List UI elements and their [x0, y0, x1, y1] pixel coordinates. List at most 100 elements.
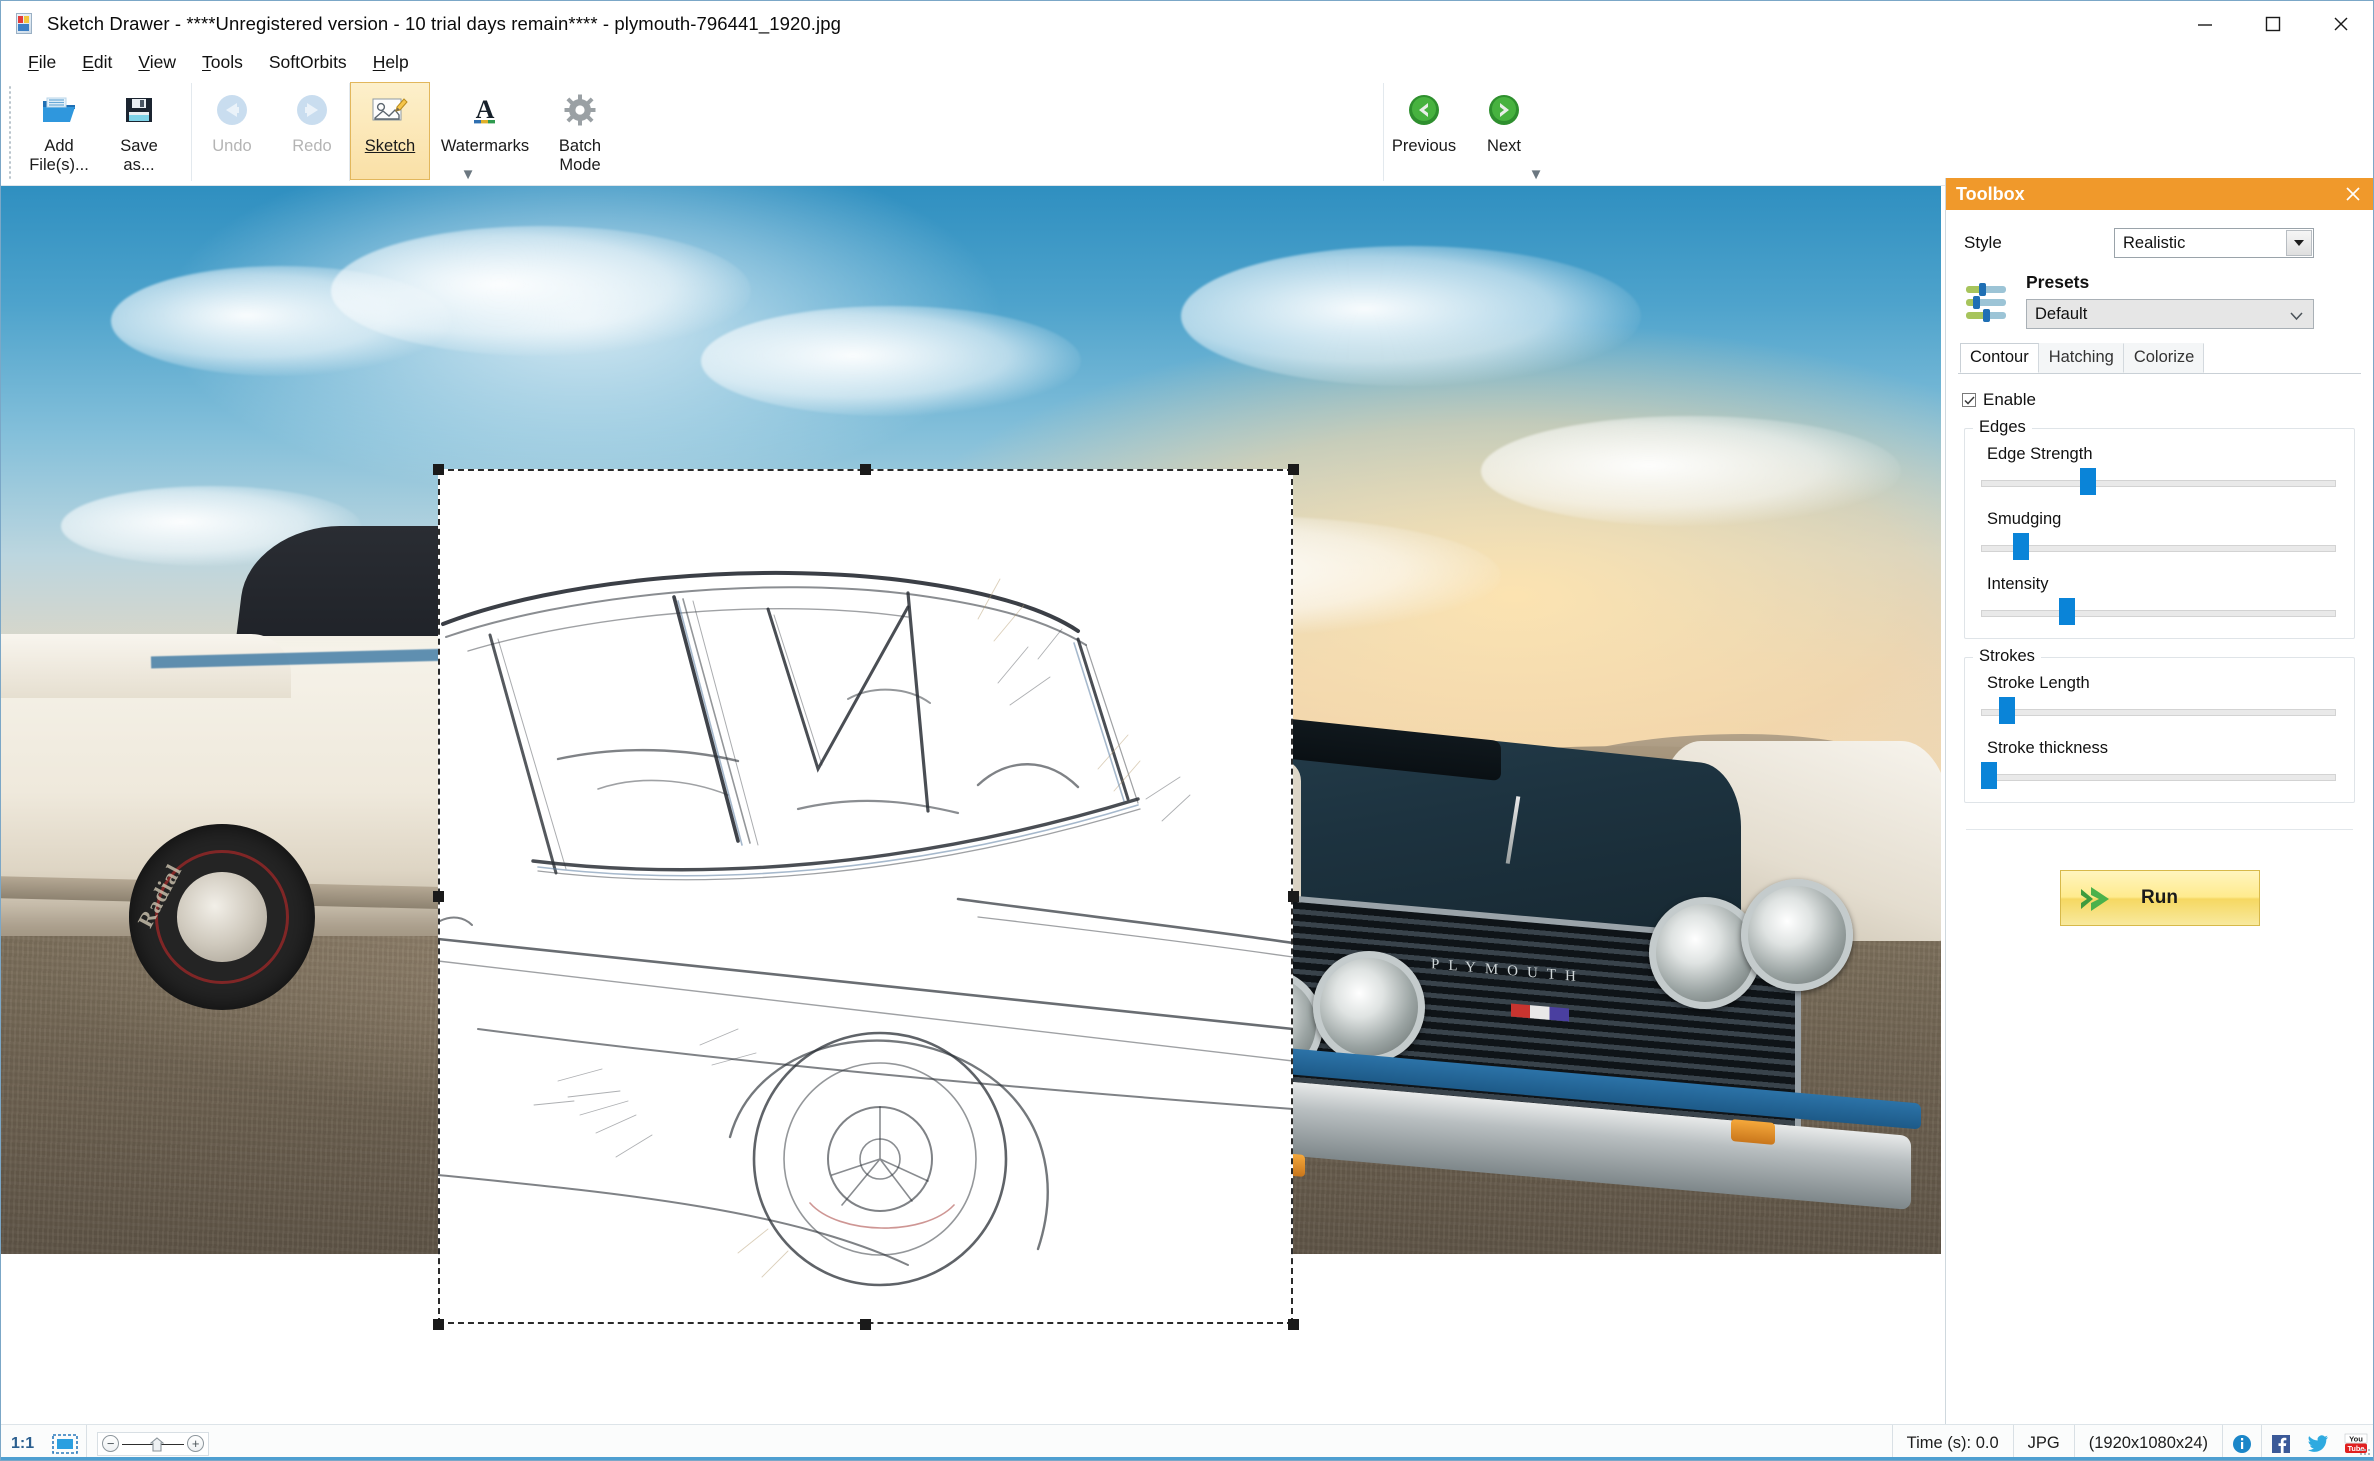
slider-thumb[interactable]	[2059, 598, 2076, 625]
fit-to-screen-button[interactable]	[44, 1424, 88, 1460]
navigation-expand-icon[interactable]: ▼	[1526, 166, 1546, 184]
smudging-block: Smudging	[1975, 510, 2344, 560]
zoom-out-button[interactable]: −	[102, 1435, 120, 1452]
previous-label: Previous	[1391, 137, 1457, 155]
stroke-thickness-block: Stroke thickness	[1975, 739, 2344, 789]
ribbon-expand-icon[interactable]: ▼	[458, 166, 478, 184]
toolbox-header: Toolbox	[1946, 178, 2373, 210]
toolbar-group-history: Undo Redo	[192, 82, 352, 182]
intensity-block: Intensity	[1975, 575, 2344, 625]
sketch-button[interactable]: Sketch	[350, 82, 430, 180]
zoom-ratio-label: 1:1	[11, 1434, 35, 1452]
toolbox-body: Style Realistic Presets Default Contour …	[1946, 228, 2373, 926]
resize-handle-ne[interactable]	[1288, 464, 1299, 475]
effect-tabs: Contour Hatching Colorize	[1958, 343, 2361, 374]
batch-mode-button[interactable]: Batch Mode	[540, 82, 620, 180]
toolbar-group-navigation: Previous Next ▼	[1384, 82, 1546, 184]
zoom-in-button[interactable]: +	[187, 1435, 205, 1452]
info-icon[interactable]	[2223, 1425, 2261, 1461]
next-label: Next	[1487, 137, 1521, 155]
watermarks-label: Watermarks	[440, 137, 530, 155]
minimize-button[interactable]	[2171, 1, 2239, 46]
enable-checkbox-row[interactable]: Enable	[1958, 390, 2361, 410]
presets-value: Default	[2035, 304, 2088, 323]
previous-button[interactable]: Previous	[1384, 82, 1464, 180]
image-canvas[interactable]: Radial PLYMOUTH	[1, 186, 1941, 1426]
menu-softorbits[interactable]: SoftOrbits	[256, 50, 360, 75]
slider-thumb[interactable]	[1981, 762, 1997, 789]
smudging-slider[interactable]	[1981, 533, 2336, 560]
dimensions-readout: (1920x1080x24)	[2075, 1424, 2223, 1460]
rear-wheel: Radial	[129, 824, 315, 1010]
zoom-home-icon[interactable]	[149, 1436, 165, 1452]
toolbar-group-effects: Sketch A Watermarks Batch Mode ▼	[350, 82, 620, 184]
slider-thumb[interactable]	[1998, 697, 2015, 724]
enable-label: Enable	[1983, 390, 2036, 409]
style-select[interactable]: Realistic	[2114, 228, 2314, 258]
intensity-slider[interactable]	[1981, 598, 2336, 625]
undo-button[interactable]: Undo	[192, 82, 272, 180]
green-double-arrow-icon	[2079, 885, 2119, 918]
title-bar: Sketch Drawer - ****Unregistered version…	[1, 1, 2373, 46]
intensity-label: Intensity	[1987, 575, 2049, 593]
close-button[interactable]	[2307, 1, 2373, 46]
resize-handle-sw[interactable]	[433, 1319, 444, 1330]
toolbar: Add File(s)... Save as... Undo Redo Sket…	[1, 79, 2373, 186]
tab-contour[interactable]: Contour	[1960, 343, 2039, 373]
watermarks-button[interactable]: A Watermarks	[430, 82, 540, 180]
sketch-label: Sketch	[364, 137, 416, 155]
tab-hatching[interactable]: Hatching	[2038, 343, 2124, 373]
resize-handle-w[interactable]	[433, 891, 444, 902]
edge-strength-slider[interactable]	[1981, 468, 2336, 495]
save-as-button[interactable]: Save as...	[99, 82, 179, 180]
gear-icon	[564, 89, 596, 131]
menu-help[interactable]: Help	[360, 50, 422, 75]
edge-strength-block: Edge Strength	[1975, 445, 2344, 495]
undo-arrow-icon	[215, 89, 249, 131]
application-window: Sketch Drawer - ****Unregistered version…	[0, 0, 2374, 1461]
style-label: Style	[1964, 233, 2002, 252]
facebook-icon[interactable]	[2261, 1424, 2299, 1460]
stroke-length-block: Stroke Length	[1975, 674, 2344, 724]
add-files-button[interactable]: Add File(s)...	[19, 82, 99, 180]
resize-handle-nw[interactable]	[433, 464, 444, 475]
maximize-button[interactable]	[2239, 1, 2307, 46]
zoom-slider[interactable]: − +	[97, 1431, 210, 1456]
tab-colorize[interactable]: Colorize	[2123, 343, 2205, 373]
presets-label: Presets	[2026, 272, 2090, 292]
menu-tools[interactable]: Tools	[189, 50, 256, 75]
slider-track	[1981, 774, 2336, 781]
resize-handle-e[interactable]	[1288, 891, 1299, 902]
twitter-icon[interactable]	[2299, 1425, 2337, 1461]
svg-text:A: A	[476, 95, 495, 124]
menu-edit[interactable]: Edit	[69, 50, 125, 75]
presets-select[interactable]: Default	[2026, 299, 2314, 329]
strokes-group: Strokes Stroke Length Stroke thickness	[1964, 647, 2355, 803]
sketch-preview	[438, 469, 1293, 1324]
redo-button[interactable]: Redo	[272, 82, 352, 180]
close-icon[interactable]	[2341, 182, 2365, 206]
stroke-length-slider[interactable]	[1981, 697, 2336, 724]
run-button[interactable]: Run	[2059, 870, 2260, 926]
slider-thumb[interactable]	[2012, 533, 2029, 560]
resize-handle-s[interactable]	[860, 1319, 871, 1330]
status-bar: 1:1 − + Time (s): 0.0 JPG (1920x1080x24)	[1, 1424, 2373, 1461]
green-right-arrow-icon	[1488, 89, 1520, 131]
menu-file[interactable]: File	[15, 50, 69, 75]
slider-thumb[interactable]	[2080, 468, 2097, 495]
toolbox-panel: Toolbox Style Realistic Presets Default …	[1945, 178, 2373, 1424]
svg-text:You: You	[2349, 1434, 2363, 1443]
menu-view[interactable]: View	[125, 50, 189, 75]
smudging-label: Smudging	[1987, 510, 2062, 528]
toolbar-grip[interactable]	[8, 85, 12, 181]
resize-handle-n[interactable]	[860, 464, 871, 475]
sketch-pencil-image-icon	[371, 89, 409, 131]
resize-handle-se[interactable]	[1288, 1319, 1299, 1330]
fit-to-screen-icon	[52, 1433, 78, 1454]
stroke-thickness-slider[interactable]	[1981, 762, 2336, 789]
open-folder-icon	[41, 89, 77, 131]
enable-checkbox[interactable]	[1962, 393, 1976, 407]
toolbar-group-file: Add File(s)... Save as...	[19, 82, 179, 182]
run-button-wrap: Run	[1958, 870, 2361, 926]
chevron-down-icon[interactable]	[2286, 230, 2312, 256]
